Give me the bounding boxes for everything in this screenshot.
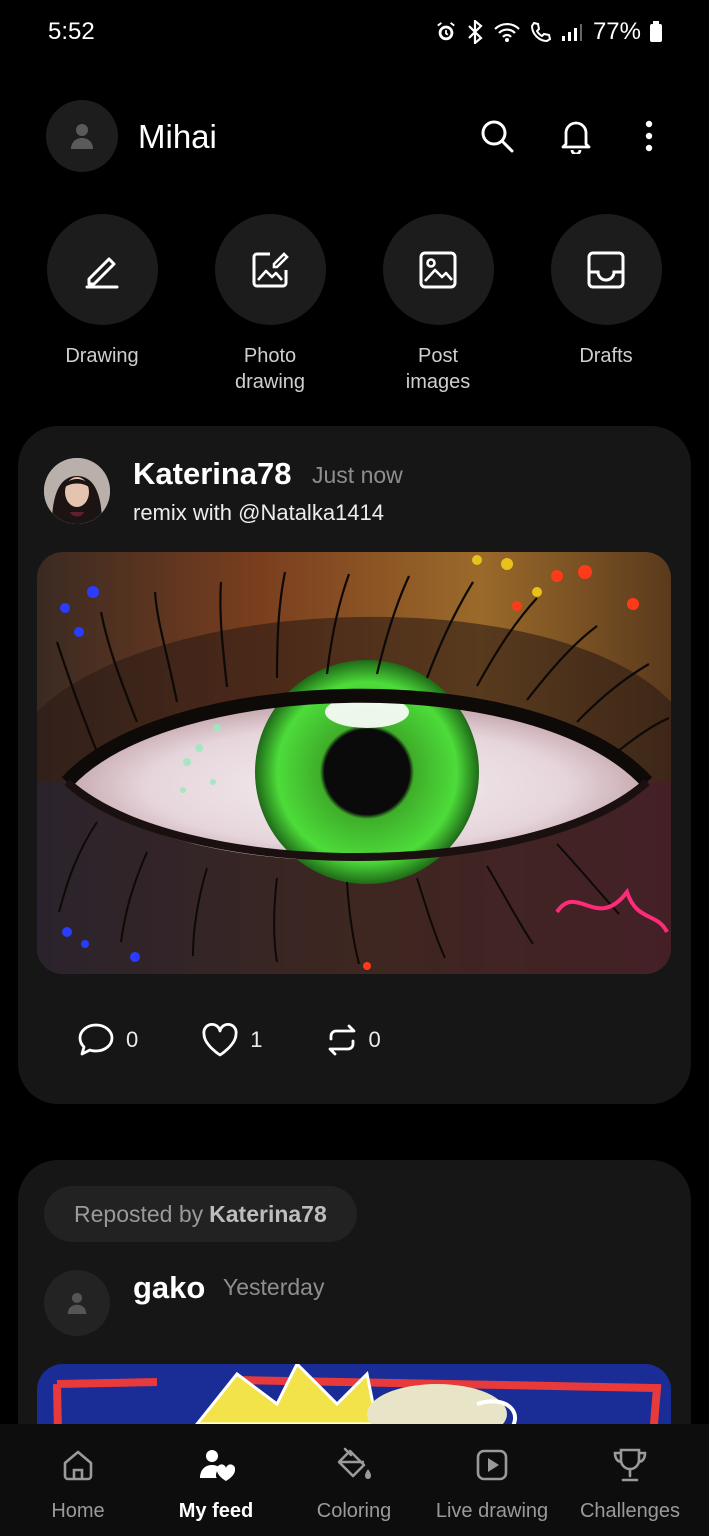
post-timestamp: Yesterday: [223, 1274, 325, 1300]
user-placeholder-icon: [67, 1292, 87, 1314]
like-count: 1: [250, 1027, 263, 1052]
drafts-tray-icon: [587, 251, 625, 288]
repost-count: 0: [368, 1027, 381, 1052]
trophy-icon: [613, 1448, 647, 1482]
post-author-name[interactable]: gako: [133, 1270, 205, 1306]
alarm-icon: [437, 22, 455, 41]
signal-icon: [561, 24, 582, 41]
nav-live-drawing-label: Live drawing: [435, 1500, 549, 1522]
profile-name[interactable]: Mihai: [138, 118, 217, 156]
drafts-label: Drafts: [579, 345, 633, 367]
more-vertical-icon: [645, 120, 653, 152]
comment-count: 0: [126, 1027, 139, 1052]
post-images-action[interactable]: Post images: [373, 214, 503, 395]
more-options-button[interactable]: [629, 116, 669, 156]
battery-icon: [650, 21, 662, 42]
status-time: 5:52: [48, 18, 95, 45]
quick-actions: Drawing Photo drawing Post images Drafts: [0, 214, 709, 404]
post-timestamp: Just now: [312, 462, 403, 488]
comment-button[interactable]: 0: [76, 1021, 138, 1059]
reposted-by-user: Katerina78: [209, 1200, 327, 1227]
post-card[interactable]: Katerina78 Just now remix with @Natalka1…: [18, 426, 691, 1104]
heart-icon: [202, 1022, 238, 1057]
post-images-action-circle[interactable]: [382, 214, 494, 325]
paint-bucket-icon: [337, 1447, 371, 1479]
user-placeholder-icon: [71, 124, 93, 149]
repost-icon: [328, 1024, 355, 1056]
post-card[interactable]: Reposted by Katerina78 gako Yesterday: [18, 1160, 691, 1484]
bottom-navigation: Home My feed Coloring Live drawing Chall…: [0, 1424, 709, 1536]
drafts-action[interactable]: Drafts: [541, 214, 671, 369]
photo-drawing-label: Photo drawing: [234, 345, 306, 393]
nav-coloring[interactable]: Coloring: [284, 1446, 424, 1523]
pencil-icon: [85, 257, 119, 288]
drawing-action[interactable]: Drawing: [37, 214, 167, 369]
wifi-icon: [494, 22, 520, 42]
nav-home-label: Home: [51, 1500, 105, 1522]
bluetooth-icon: [468, 20, 483, 44]
photo-drawing-action-circle[interactable]: [214, 214, 326, 325]
battery-percentage: 77%: [592, 18, 641, 45]
play-icon: [476, 1449, 508, 1481]
photo-drawing-action[interactable]: Photo drawing: [205, 214, 335, 395]
drawing-label: Drawing: [65, 345, 139, 367]
nav-challenges[interactable]: Challenges: [560, 1446, 700, 1523]
author-photo: [44, 458, 110, 524]
reposted-by-chip[interactable]: Reposted by Katerina78: [44, 1186, 357, 1242]
home-icon: [63, 1450, 93, 1481]
post-author-name[interactable]: Katerina78: [133, 456, 292, 492]
bell-icon: [561, 121, 591, 154]
photo-edit-icon: [252, 251, 289, 287]
drafts-action-circle[interactable]: [550, 214, 662, 325]
notifications-button[interactable]: [556, 116, 596, 156]
wifi-calling-icon: [530, 21, 552, 43]
post-author-avatar[interactable]: [44, 458, 110, 524]
comment-icon: [78, 1023, 114, 1056]
nav-home[interactable]: Home: [8, 1446, 148, 1523]
status-bar: 5:52 77%: [0, 0, 709, 64]
image-icon: [419, 251, 457, 288]
nav-live-drawing[interactable]: Live drawing: [422, 1446, 562, 1523]
search-button[interactable]: [477, 116, 517, 156]
nav-my-feed-label: My feed: [178, 1500, 254, 1522]
nav-my-feed[interactable]: My feed: [146, 1446, 286, 1523]
post-reactions: 0 1 0: [76, 1020, 443, 1060]
reposted-by-label: Reposted by: [74, 1200, 204, 1227]
repost-button[interactable]: 0: [325, 1023, 381, 1057]
eye-artwork-image: [37, 552, 671, 974]
post-author-avatar[interactable]: [44, 1270, 110, 1336]
post-remix-info[interactable]: remix with @Natalka1414: [133, 500, 384, 526]
top-bar: Mihai: [0, 100, 709, 174]
search-icon: [481, 120, 514, 153]
like-button[interactable]: 1: [200, 1022, 263, 1058]
drawing-action-circle[interactable]: [46, 214, 158, 325]
nav-coloring-label: Coloring: [316, 1500, 392, 1522]
post-images-label: Post images: [405, 345, 471, 393]
profile-avatar[interactable]: [46, 100, 118, 172]
post-artwork-eye[interactable]: [37, 552, 671, 974]
people-heart-icon: [200, 1450, 235, 1481]
status-icons: 77%: [435, 18, 663, 46]
nav-challenges-label: Challenges: [579, 1500, 681, 1522]
